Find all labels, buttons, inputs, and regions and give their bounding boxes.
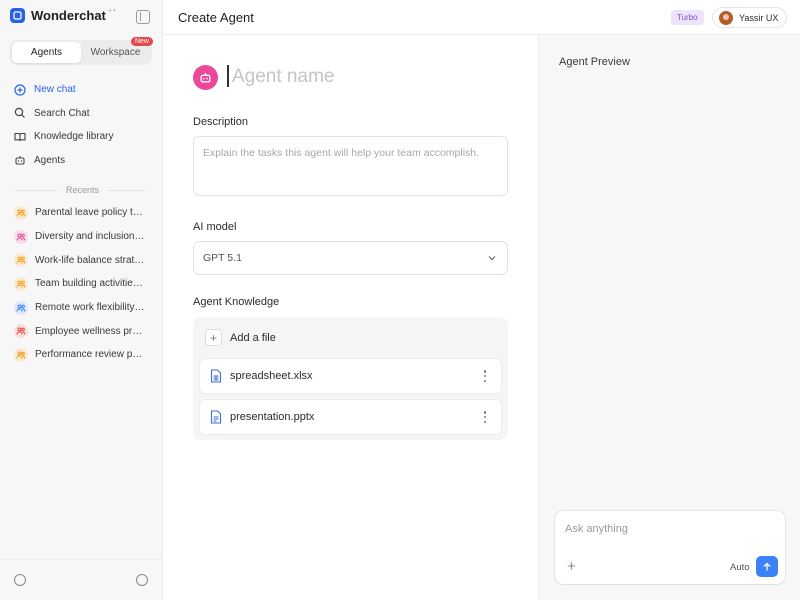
recent-item-label: Team building activities ideas xyxy=(35,278,145,290)
file-row-presentation[interactable]: presentation.pptx xyxy=(199,399,502,435)
preview-title: Agent Preview xyxy=(559,56,630,68)
search-icon xyxy=(14,108,25,119)
arrow-up-icon xyxy=(763,562,771,570)
description-placeholder: Explain the tasks this agent will help y… xyxy=(203,147,480,159)
text-cursor xyxy=(227,65,229,87)
sidebar-item-knowledge-library[interactable]: Knowledge library xyxy=(8,125,154,149)
document-file-icon xyxy=(210,410,222,424)
recent-item[interactable]: Work-life balance strategies xyxy=(8,248,154,272)
more-options-icon[interactable] xyxy=(479,369,491,383)
recent-item[interactable]: Parental leave policy test xyxy=(8,201,154,225)
plus-circle-icon xyxy=(14,84,26,96)
add-file-label: Add a file xyxy=(230,331,276,344)
description-field[interactable]: Explain the tasks this agent will help y… xyxy=(193,136,508,196)
recent-item-label: Work-life balance strategies xyxy=(35,254,145,266)
knowledge-panel: + Add a file spreadsheet.xlsx presentati… xyxy=(193,317,508,440)
ai-model-value: GPT 5.1 xyxy=(203,252,242,264)
people-icon xyxy=(14,300,28,315)
recent-item-label: Performance review process xyxy=(35,349,145,361)
send-button[interactable] xyxy=(756,556,778,577)
people-icon xyxy=(14,347,28,362)
sidebar-footer xyxy=(0,559,163,600)
sidebar-nav: New chat Search Chat Knowledge library A… xyxy=(8,78,154,172)
agent-preview-panel: Agent Preview + Auto xyxy=(538,35,800,600)
page-title: Create Agent xyxy=(178,10,254,25)
sidebar-item-search-chat[interactable]: Search Chat xyxy=(8,102,154,126)
recents-label: Recents xyxy=(58,185,108,195)
user-name: Yassir UX xyxy=(739,12,779,23)
people-icon xyxy=(14,229,28,244)
recent-item[interactable]: Employee wellness programs xyxy=(8,319,154,343)
robot-icon xyxy=(15,156,25,165)
agent-avatar-button[interactable] xyxy=(193,65,218,90)
turbo-badge[interactable]: Turbo xyxy=(671,10,704,25)
wonderchat-logo-icon xyxy=(10,8,25,23)
file-name: spreadsheet.xlsx xyxy=(230,370,313,382)
mode-selector[interactable]: Auto xyxy=(730,562,750,573)
recent-item-label: Remote work flexibility guidelines xyxy=(35,302,145,314)
sidebar-tabs: Agents Workspace New xyxy=(10,37,153,65)
agent-name-input[interactable] xyxy=(232,63,512,91)
people-icon xyxy=(14,324,28,339)
file-row-spreadsheet[interactable]: spreadsheet.xlsx xyxy=(199,358,502,394)
top-bar: Create Agent Turbo Yassir UX xyxy=(163,0,800,35)
sidebar-collapse-icon[interactable] xyxy=(136,10,150,24)
recents-list: Parental leave policy test Diversity and… xyxy=(8,201,154,367)
more-options-icon[interactable] xyxy=(479,410,491,424)
sidebar: Wonderchat ⁺⁺ Agents Workspace New New c… xyxy=(0,0,163,600)
recent-item[interactable]: Performance review process xyxy=(8,343,154,367)
tab-workspace-label: Workspace xyxy=(90,47,141,58)
ai-model-label: AI model xyxy=(193,221,237,233)
book-icon xyxy=(14,132,26,141)
sidebar-item-label: New chat xyxy=(34,84,76,96)
sidebar-item-label: Agents xyxy=(34,154,66,166)
ai-model-select[interactable]: GPT 5.1 xyxy=(193,241,508,275)
recent-item[interactable]: Remote work flexibility guidelines xyxy=(8,296,154,320)
file-name: presentation.pptx xyxy=(230,411,315,423)
people-icon xyxy=(14,276,28,291)
settings-circle-icon[interactable] xyxy=(14,574,26,586)
spreadsheet-file-icon xyxy=(210,369,222,383)
tab-agents-label: Agents xyxy=(30,47,63,58)
brand[interactable]: Wonderchat ⁺⁺ xyxy=(10,7,117,23)
sidebar-item-agents[interactable]: Agents xyxy=(8,149,154,173)
recent-item[interactable]: Team building activities ideas xyxy=(8,272,154,296)
chat-input[interactable] xyxy=(565,519,775,539)
new-badge: New xyxy=(130,37,153,46)
recent-item-label: Employee wellness programs xyxy=(35,325,145,337)
sidebar-item-label: Knowledge library xyxy=(34,131,114,143)
help-circle-icon[interactable] xyxy=(136,574,148,586)
brand-name: Wonderchat xyxy=(31,8,106,23)
people-icon xyxy=(14,205,28,220)
attach-plus-icon[interactable]: + xyxy=(567,559,576,574)
tab-agents[interactable]: Agents xyxy=(12,42,81,63)
robot-icon xyxy=(200,73,211,83)
people-icon xyxy=(14,253,28,268)
recent-item-label: Parental leave policy test xyxy=(35,207,145,219)
sidebar-item-new-chat[interactable]: New chat xyxy=(8,78,154,102)
recent-item-label: Diversity and inclusion initiatives xyxy=(35,231,145,243)
tab-workspace[interactable]: Workspace New xyxy=(81,37,153,63)
sparkle-icon: ⁺⁺ xyxy=(107,7,117,16)
user-menu[interactable]: Yassir UX xyxy=(712,7,788,28)
create-agent-form: Description Explain the tasks this agent… xyxy=(163,35,538,600)
agent-knowledge-label: Agent Knowledge xyxy=(193,296,280,308)
description-label: Description xyxy=(193,116,249,128)
chat-composer: + Auto xyxy=(554,510,786,585)
add-file-button[interactable]: + Add a file xyxy=(205,329,276,346)
avatar xyxy=(719,10,733,25)
chevron-down-icon xyxy=(488,256,496,261)
sidebar-item-label: Search Chat xyxy=(34,107,90,119)
recent-item[interactable]: Diversity and inclusion initiatives xyxy=(8,225,154,249)
plus-icon: + xyxy=(205,329,222,346)
